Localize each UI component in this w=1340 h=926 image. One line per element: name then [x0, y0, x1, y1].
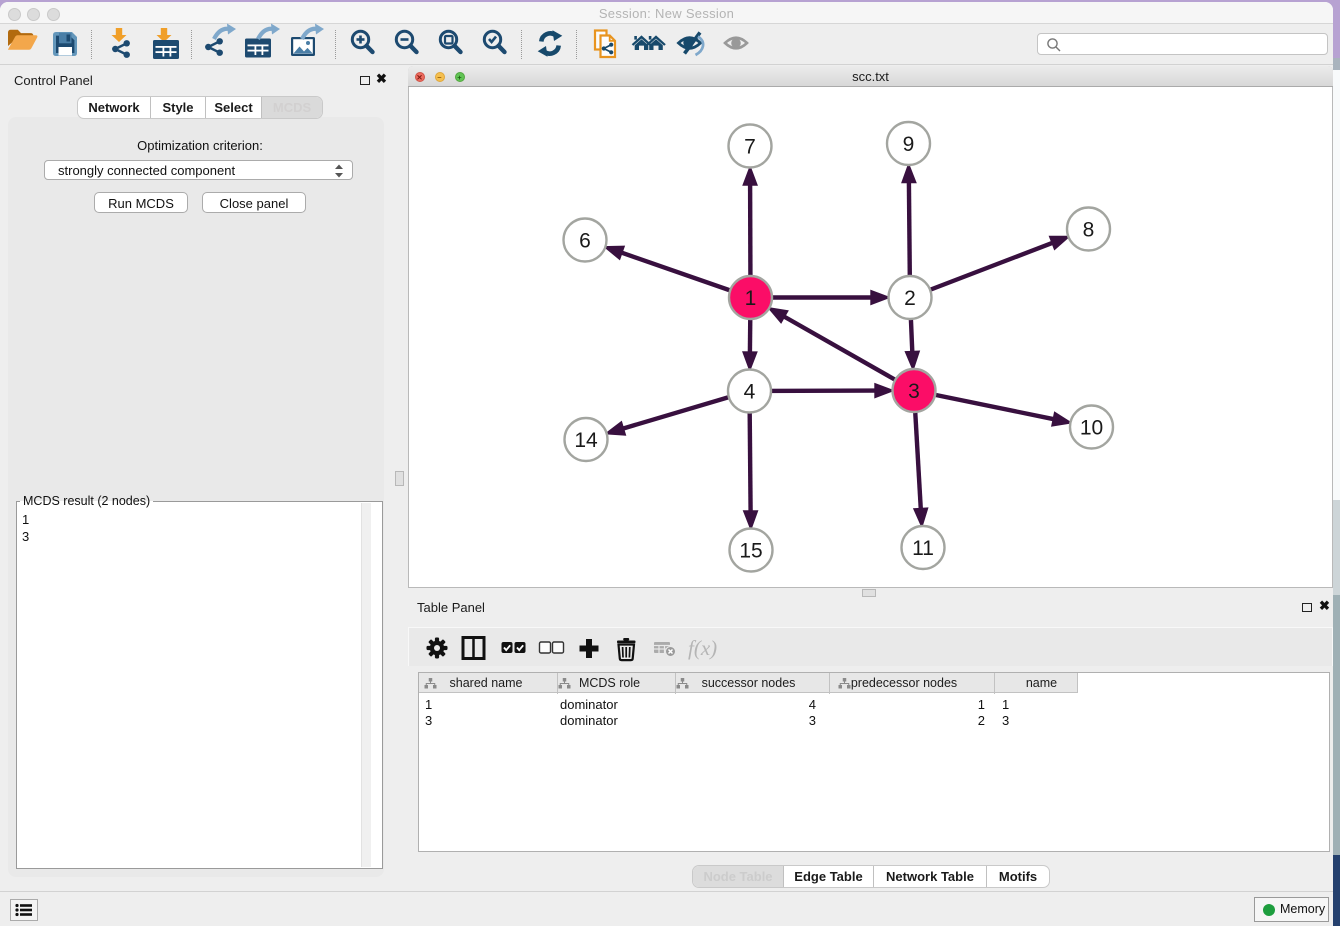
svg-text:2: 2 [904, 287, 916, 310]
svg-text:15: 15 [739, 539, 762, 562]
svg-text:f(x): f(x) [688, 636, 717, 660]
svg-text:14: 14 [574, 429, 598, 452]
svg-text:9: 9 [903, 133, 915, 156]
svg-text:3: 3 [908, 380, 920, 403]
svg-text:7: 7 [744, 135, 756, 158]
svg-text:4: 4 [744, 380, 756, 403]
svg-text:6: 6 [579, 229, 591, 252]
svg-text:11: 11 [912, 537, 934, 560]
svg-text:1: 1 [745, 287, 757, 310]
svg-text:10: 10 [1080, 416, 1103, 439]
svg-text:8: 8 [1083, 218, 1095, 241]
